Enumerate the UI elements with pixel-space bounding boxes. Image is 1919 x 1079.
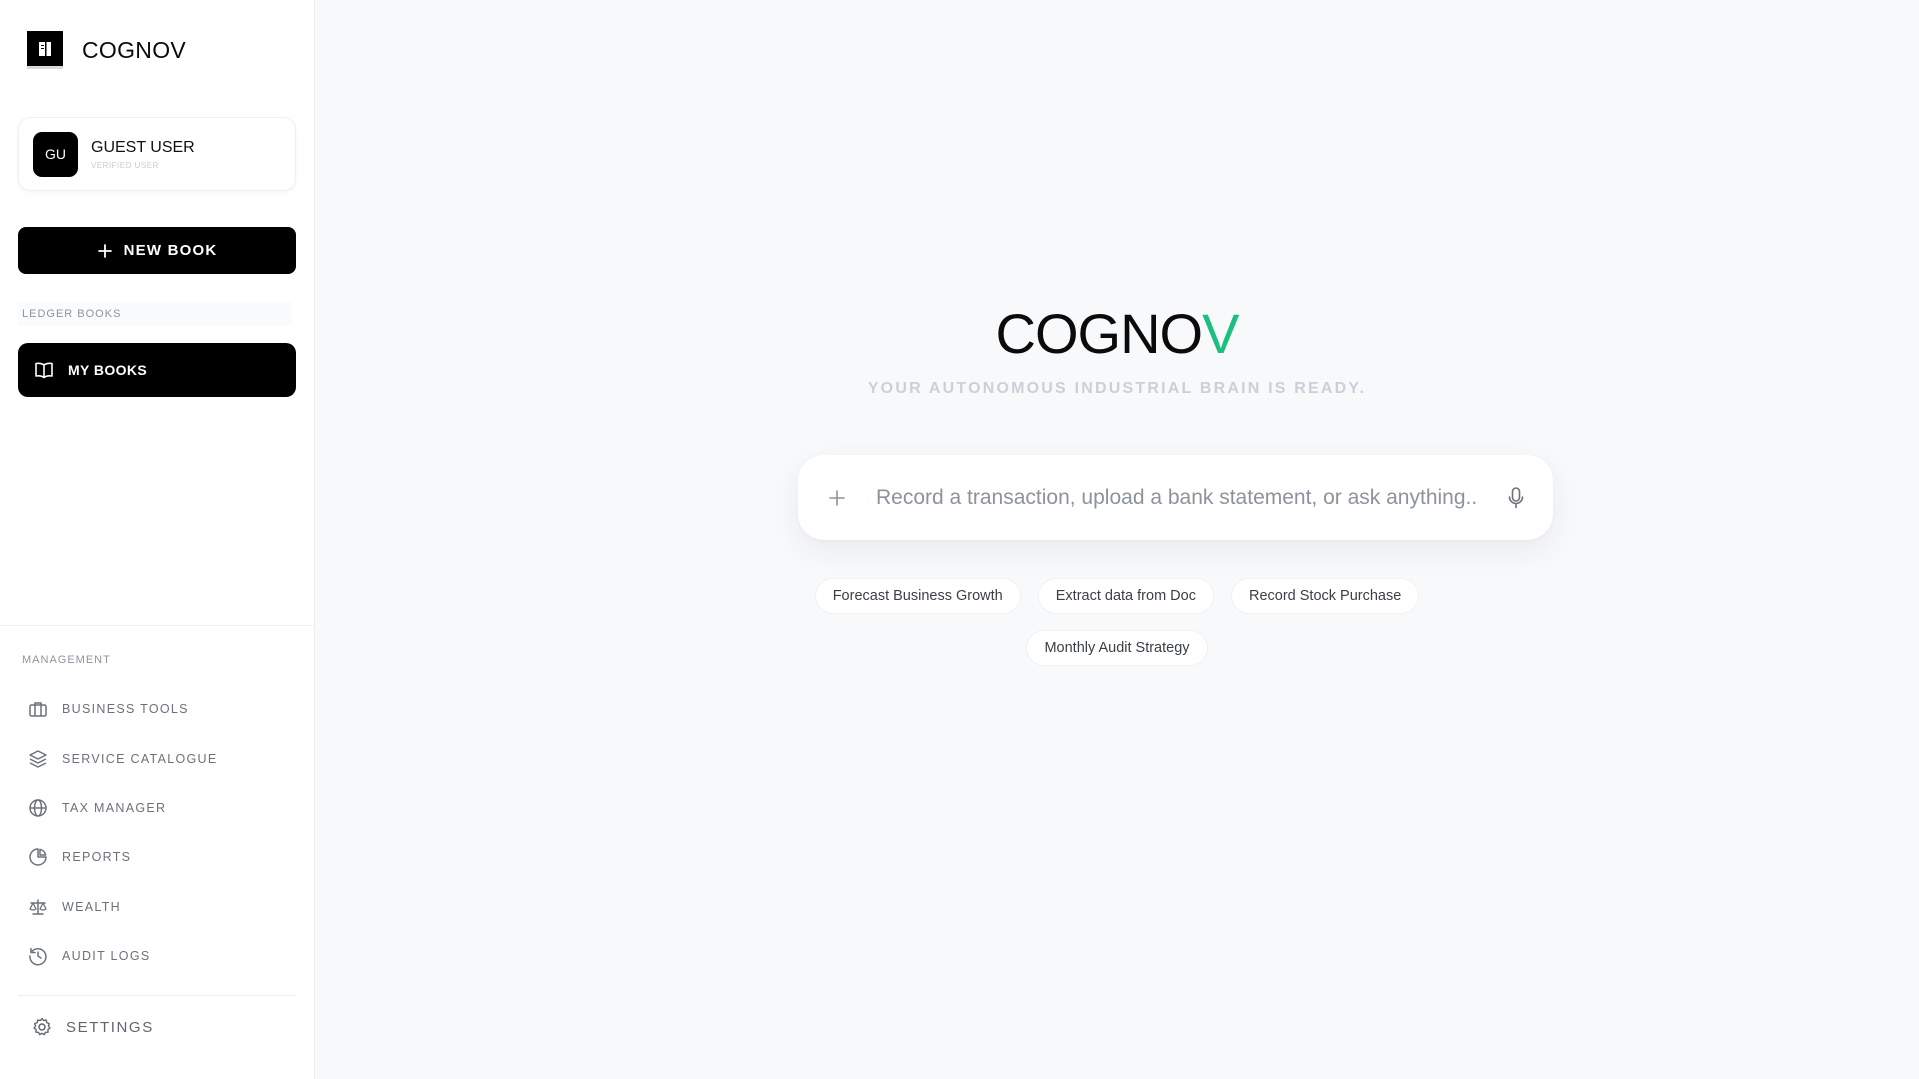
management-section-label: MANAGEMENT [22, 654, 111, 666]
ledger-books-section-label: LEDGER BOOKS [18, 302, 292, 326]
settings-label: SETTINGS [66, 1018, 154, 1036]
globe-icon [29, 799, 47, 817]
pie-chart-icon [29, 848, 47, 866]
hero-title-accent: V [1202, 302, 1239, 365]
suggestion-chip[interactable]: Extract data from Doc [1037, 578, 1214, 614]
hero-title: COGNOV [315, 301, 1919, 366]
suggestion-chip[interactable]: Monthly Audit Strategy [1026, 630, 1208, 666]
sidebar-item-service-catalogue[interactable]: SERVICE CATALOGUE [28, 749, 217, 769]
hero-title-main: COGNO [995, 302, 1204, 365]
app-root: COGNOV GU GUEST USER VERIFIED USER NEW B… [0, 0, 1919, 1079]
sidebar-item-label: BUSINESS TOOLS [62, 702, 189, 716]
book-open-icon [35, 362, 53, 379]
plus-icon [97, 243, 112, 258]
user-name: GUEST USER [91, 138, 195, 156]
user-card[interactable]: GU GUEST USER VERIFIED USER [18, 117, 296, 191]
suggestion-chips-row-2: Monthly Audit Strategy [315, 630, 1919, 666]
attach-plus-button[interactable] [822, 483, 852, 513]
sidebar-item-label: SERVICE CATALOGUE [62, 752, 218, 766]
sidebar-item-reports[interactable]: REPORTS [28, 847, 131, 867]
briefcase-icon [29, 702, 47, 717]
sidebar-divider [0, 625, 314, 626]
suggestion-chips: Forecast Business Growth Extract data fr… [315, 578, 1919, 614]
suggestion-chip[interactable]: Record Stock Purchase [1230, 578, 1420, 614]
sidebar-item-label: AUDIT LOGS [62, 949, 151, 963]
microphone-icon [1508, 486, 1524, 508]
user-role: VERIFIED USER [91, 160, 159, 170]
gear-icon [33, 1017, 51, 1036]
sidebar-item-tax-manager[interactable]: TAX MANAGER [28, 798, 166, 818]
microphone-button[interactable] [1503, 485, 1529, 511]
sidebar-item-my-books[interactable]: MY BOOKS [18, 343, 296, 397]
avatar: GU [33, 131, 78, 177]
hero-subtitle: YOUR AUTONOMOUS INDUSTRIAL BRAIN IS READ… [867, 380, 1367, 397]
new-book-button[interactable]: NEW BOOK [18, 227, 296, 274]
sidebar-item-label: REPORTS [62, 850, 132, 864]
scale-icon [29, 899, 47, 915]
sidebar-item-label: WEALTH [62, 900, 121, 914]
user-info: GUEST USER VERIFIED USER [91, 139, 195, 170]
sidebar-item-business-tools[interactable]: BUSINESS TOOLS [28, 699, 189, 719]
suggestion-chip[interactable]: Forecast Business Growth [814, 578, 1021, 614]
layers-icon [29, 750, 47, 768]
sidebar-divider-bottom [18, 995, 295, 996]
prompt-input[interactable] [876, 477, 1479, 518]
sidebar-item-audit-logs[interactable]: AUDIT LOGS [28, 946, 150, 966]
plus-icon [829, 489, 845, 506]
sidebar-item-label: TAX MANAGER [62, 801, 167, 815]
prompt-box [798, 455, 1553, 540]
brand-name: COGNOV [82, 36, 187, 63]
sidebar: COGNOV GU GUEST USER VERIFIED USER NEW B… [0, 0, 315, 1079]
new-book-label: NEW BOOK [123, 242, 218, 259]
settings-button[interactable]: SETTINGS [32, 1017, 154, 1037]
sidebar-item-wealth[interactable]: WEALTH [28, 897, 121, 917]
main-content: COGNOV YOUR AUTONOMOUS INDUSTRIAL BRAIN … [315, 0, 1919, 1079]
my-books-label: MY BOOKS [68, 362, 148, 378]
history-icon [29, 947, 47, 966]
brand-logo-icon [27, 31, 63, 69]
brand[interactable]: COGNOV [27, 31, 186, 69]
